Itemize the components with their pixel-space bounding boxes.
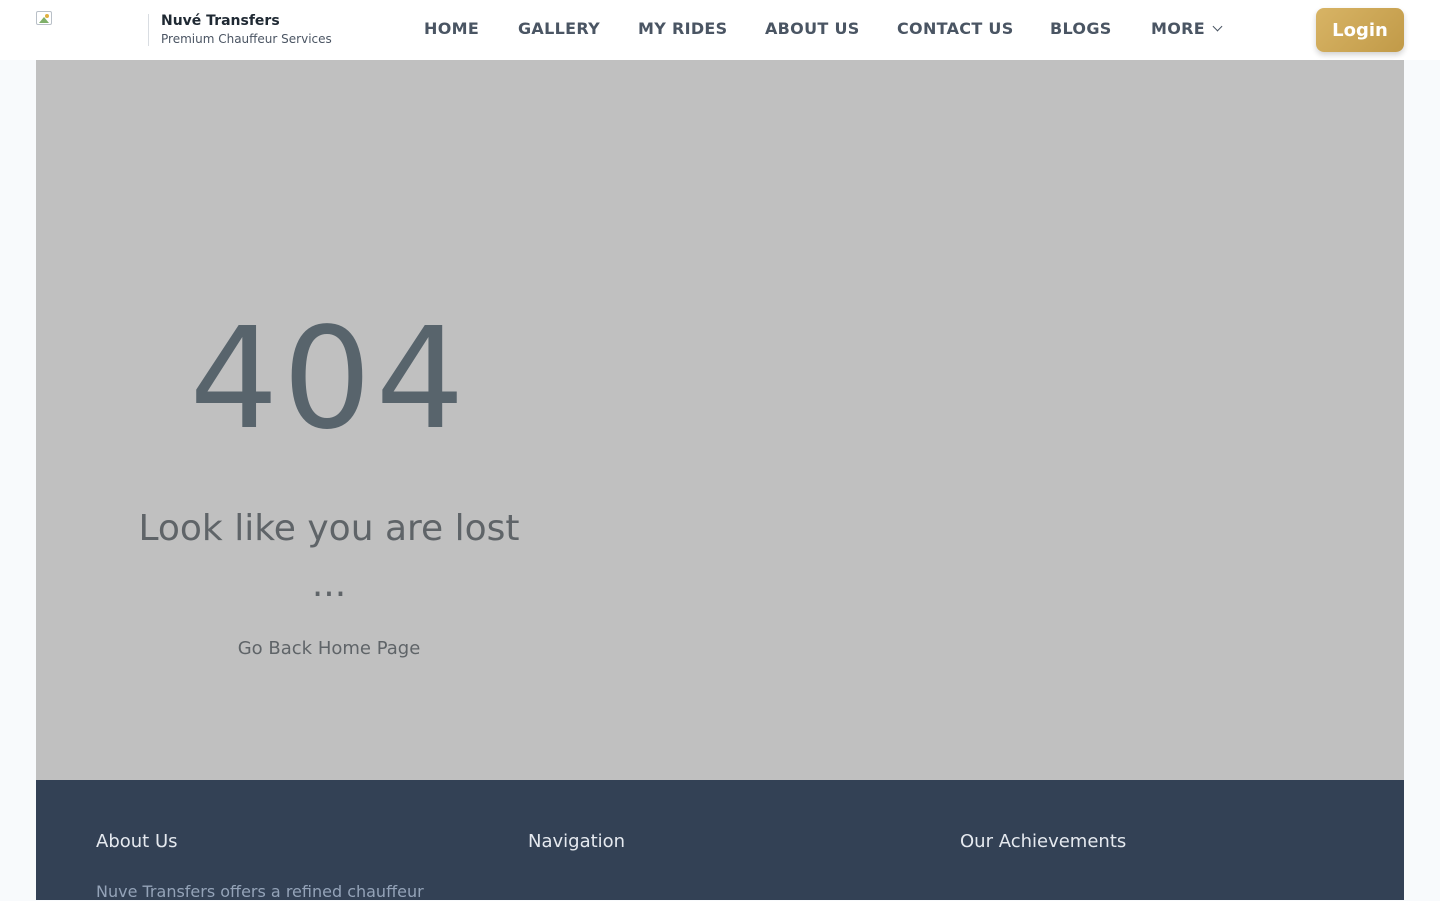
login-button[interactable]: Login [1316,8,1404,52]
chevron-down-icon [1212,21,1223,32]
brand-name[interactable]: Nuvé Transfers [161,13,280,29]
nav-more[interactable]: MORE [1151,19,1223,38]
error-panel: 404 Look like you are lost ... Go Back H… [36,60,1404,780]
footer-about-heading: About Us [96,831,178,852]
footer-achievements-heading: Our Achievements [960,831,1127,852]
error-message-line2: ... [311,564,347,605]
nav-more-label: MORE [1151,19,1205,38]
footer-about-text: Nuve Transfers offers a refined chauffeu… [96,882,424,901]
error-message-line1: Look like you are lost [138,508,520,549]
nav-my-rides[interactable]: MY RIDES [638,19,728,38]
footer-navigation-heading: Navigation [528,831,626,852]
nav-home[interactable]: HOME [424,19,479,38]
error-code: 404 [189,298,469,461]
go-back-home-link[interactable]: Go Back Home Page [36,638,622,659]
nav-gallery[interactable]: GALLERY [518,19,600,38]
broken-image-icon[interactable] [36,11,52,25]
error-message: Look like you are lost ... [36,501,622,613]
brand-divider [148,14,149,46]
nav-contact-us[interactable]: CONTACT US [897,19,1014,38]
site-header: Nuvé Transfers Premium Chauffeur Service… [0,0,1440,60]
nav-blogs[interactable]: BLOGS [1050,19,1112,38]
nav-about-us[interactable]: ABOUT US [765,19,860,38]
site-footer: About Us Navigation Our Achievements Nuv… [36,780,1404,901]
brand-tagline: Premium Chauffeur Services [161,32,332,46]
